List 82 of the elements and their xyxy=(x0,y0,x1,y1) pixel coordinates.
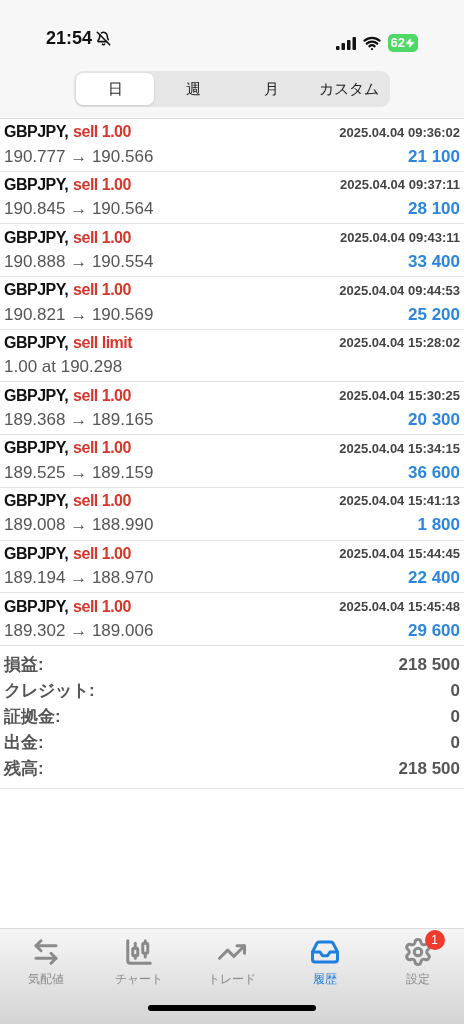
signal-icon xyxy=(335,36,356,50)
profit-value: 33 400 xyxy=(408,250,460,273)
symbol-label: GBPJPY, xyxy=(4,333,69,354)
symbol-label: GBPJPY, xyxy=(4,596,69,617)
symbol-label: GBPJPY, xyxy=(4,280,69,301)
price-range: 190.845 → 190.564 xyxy=(4,198,154,221)
order-type: sell limit xyxy=(73,333,133,354)
segment-tab[interactable]: 日 xyxy=(76,73,154,105)
summary-value: 0 xyxy=(450,732,460,755)
history-row[interactable]: GBPJPY, sell 1.00 2025.04.04 15:45:48 189.302 → 189.006 29 600 xyxy=(0,593,464,646)
symbol-label: GBPJPY, xyxy=(4,385,69,406)
history-row[interactable]: GBPJPY, sell 1.00 2025.04.04 15:30:25 189.368 → 189.165 20 300 xyxy=(0,382,464,436)
deal-time: 2025.04.04 15:45:48 xyxy=(339,597,460,616)
order-type: sell 1.00 xyxy=(73,385,131,406)
summary-label: 出金: xyxy=(4,732,44,755)
clock-time: 21:54 xyxy=(46,27,93,50)
order-type: sell 1.00 xyxy=(73,227,131,248)
summary-value: 218 500 xyxy=(398,758,460,781)
price-range: 1.00 at 190.298 xyxy=(4,356,123,379)
order-type: sell 1.00 xyxy=(73,543,131,564)
symbol-label: GBPJPY, xyxy=(4,438,69,459)
order-type: sell 1.00 xyxy=(73,438,131,459)
price-range: 189.194 → 188.970 xyxy=(4,567,154,590)
deal-time: 2025.04.04 15:41:13 xyxy=(339,492,460,511)
history-row[interactable]: GBPJPY, sell limit 2025.04.04 15:28:02 1.00 at 190.298 xyxy=(0,329,464,383)
profit-value: 36 600 xyxy=(408,461,460,484)
symbol-label: GBPJPY, xyxy=(4,122,69,143)
settings-icon xyxy=(402,937,433,967)
history-row[interactable]: GBPJPY, sell 1.00 2025.04.04 09:44:53 190.821 → 190.569 25 200 xyxy=(0,277,464,330)
segment-tab[interactable]: カスタム xyxy=(310,73,388,105)
price-range: 189.008 → 188.990 xyxy=(4,514,154,537)
history-row[interactable]: GBPJPY, sell 1.00 2025.04.04 15:41:13 189.008 → 188.990 1 800 xyxy=(0,487,464,541)
deal-time: 2025.04.04 09:44:53 xyxy=(339,281,460,300)
history-row[interactable]: GBPJPY, sell 1.00 2025.04.04 09:43:11 190.888 → 190.554 33 400 xyxy=(0,224,464,278)
profit-value: 21 100 xyxy=(408,145,460,168)
price-range: 189.368 → 189.165 xyxy=(4,409,154,432)
profit-value: 28 100 xyxy=(408,198,460,221)
history-row[interactable]: GBPJPY, sell 1.00 2025.04.04 15:34:15 189.525 → 189.159 36 600 xyxy=(0,435,464,488)
price-range: 190.777 → 190.566 xyxy=(4,145,154,168)
notification-badge: 1 xyxy=(424,930,445,950)
price-range: 189.302 → 189.006 xyxy=(4,619,154,642)
summary-value: 0 xyxy=(450,706,460,729)
symbol-label: GBPJPY, xyxy=(4,175,69,196)
symbol-label: GBPJPY, xyxy=(4,227,69,248)
price-range: 190.821 → 190.569 xyxy=(4,303,154,326)
tab-bar-item[interactable]: 1 設定 xyxy=(371,929,464,991)
deal-time: 2025.04.04 15:28:02 xyxy=(339,334,460,353)
order-type: sell 1.00 xyxy=(73,596,131,617)
price-range: 189.525 → 189.159 xyxy=(4,461,154,484)
history-row[interactable]: GBPJPY, sell 1.00 2025.04.04 09:37:11 190.845 → 190.564 28 100 xyxy=(0,171,464,225)
deal-time: 2025.04.04 09:37:11 xyxy=(340,176,460,195)
symbol-label: GBPJPY, xyxy=(4,543,69,564)
battery-indicator: 62 xyxy=(387,34,418,52)
deal-time: 2025.04.04 09:36:02 xyxy=(339,123,460,142)
summary-value: 218 500 xyxy=(398,654,460,677)
summary-label: クレジット: xyxy=(4,680,95,703)
history-row[interactable]: GBPJPY, sell 1.00 2025.04.04 09:36:02 190.777 → 190.566 21 100 xyxy=(0,119,464,172)
deal-time: 2025.04.04 09:43:11 xyxy=(340,228,460,247)
order-type: sell 1.00 xyxy=(73,280,131,301)
deal-time: 2025.04.04 15:44:45 xyxy=(339,545,460,564)
profit-value: 20 300 xyxy=(408,409,460,432)
history-row[interactable]: GBPJPY, sell 1.00 2025.04.04 15:44:45 189.194 → 188.970 22 400 xyxy=(0,540,464,594)
summary-label: 損益: xyxy=(4,654,44,677)
deal-time: 2025.04.04 15:34:15 xyxy=(339,439,460,458)
order-type: sell 1.00 xyxy=(73,175,131,196)
muted-bell-icon xyxy=(96,31,112,46)
candlestick-icon xyxy=(124,937,155,967)
summary-value: 0 xyxy=(450,680,460,703)
profit-value: 25 200 xyxy=(408,303,460,326)
order-type: sell 1.00 xyxy=(73,491,131,512)
order-type: sell 1.00 xyxy=(73,122,131,143)
deal-time: 2025.04.04 15:30:25 xyxy=(339,387,460,406)
segment-tab[interactable]: 月 xyxy=(232,73,310,105)
wifi-icon xyxy=(362,34,381,52)
profit-value: 1 800 xyxy=(417,514,460,537)
segment-tab[interactable]: 週 xyxy=(154,73,232,105)
profit-value: 22 400 xyxy=(408,567,460,590)
profit-value: 29 600 xyxy=(408,619,460,642)
summary-label: 証拠金: xyxy=(4,706,61,729)
symbol-label: GBPJPY, xyxy=(4,491,69,512)
summary-label: 残高: xyxy=(4,758,44,781)
price-range: 190.888 → 190.554 xyxy=(4,250,154,273)
